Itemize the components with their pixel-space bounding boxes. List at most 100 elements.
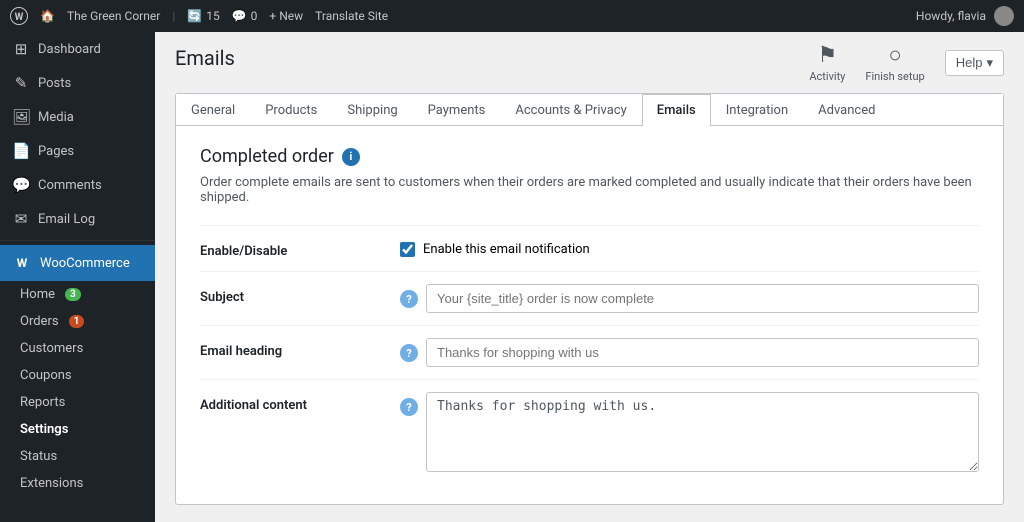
enable-checkbox-text: Enable this email notification	[423, 242, 590, 257]
sidebar-item-home[interactable]: Home 3	[0, 281, 155, 308]
howdy-label: Howdy, flavia	[916, 9, 986, 23]
settings-body: Completed order i Order complete emails …	[176, 126, 1003, 504]
dashboard-label: Dashboard	[38, 42, 101, 57]
status-label: Status	[20, 449, 57, 464]
tab-advanced[interactable]: Advanced	[803, 94, 890, 126]
email-log-label: Email Log	[38, 212, 95, 227]
info-icon[interactable]: i	[342, 148, 360, 166]
activity-button[interactable]: ⚑ Activity	[809, 43, 845, 83]
tab-general[interactable]: General	[176, 94, 250, 126]
admin-bar: W 🏠 The Green Corner | 🔄 15 💬 0 + New Tr…	[0, 0, 1024, 32]
updates-link[interactable]: 🔄 15	[187, 9, 219, 23]
site-name-link[interactable]: The Green Corner	[67, 9, 160, 23]
coupons-label: Coupons	[20, 368, 72, 383]
tab-accounts-privacy[interactable]: Accounts & Privacy	[500, 94, 641, 126]
woocommerce-label: WooCommerce	[40, 256, 130, 271]
tab-shipping[interactable]: Shipping	[332, 94, 412, 126]
comments-link[interactable]: 💬 0	[232, 9, 258, 23]
sidebar-item-extensions[interactable]: Extensions	[0, 470, 155, 497]
finish-setup-button[interactable]: ○ Finish setup	[865, 42, 924, 83]
content-topbar: Emails ⚑ Activity ○ Finish setup Help ▾	[155, 32, 1024, 83]
additional-content-help-icon[interactable]: ?	[400, 398, 418, 416]
email-heading-input[interactable]	[426, 338, 979, 367]
enable-checkbox-label[interactable]: Enable this email notification	[400, 238, 590, 257]
tab-integration[interactable]: Integration	[711, 94, 803, 126]
updates-icon: 🔄	[187, 9, 202, 23]
sidebar-item-comments[interactable]: 💬 Comments	[0, 168, 155, 202]
subject-control: ?	[400, 284, 979, 313]
topbar-actions: ⚑ Activity ○ Finish setup Help ▾	[809, 42, 1004, 83]
customers-label: Customers	[20, 341, 83, 356]
section-title: Completed order i	[200, 146, 979, 167]
sidebar-item-status[interactable]: Status	[0, 443, 155, 470]
subject-input[interactable]	[426, 284, 979, 313]
section-description: Order complete emails are sent to custom…	[200, 175, 979, 205]
additional-content-textarea[interactable]: Thanks for shopping with us.	[426, 392, 979, 472]
posts-icon: ✎	[12, 74, 30, 92]
subject-label: Subject	[200, 284, 400, 305]
translate-label: Translate Site	[315, 9, 388, 23]
enable-label: Enable/Disable	[200, 238, 400, 259]
email-heading-label: Email heading	[200, 338, 400, 359]
sidebar-item-dashboard[interactable]: ⊞ Dashboard	[0, 32, 155, 66]
help-chevron-icon: ▾	[986, 55, 993, 71]
sidebar-item-media[interactable]: 🖼 Media	[0, 100, 155, 134]
main-layout: ⊞ Dashboard ✎ Posts 🖼 Media 📄 Pages 💬 Co…	[0, 32, 1024, 522]
woocommerce-nav-header[interactable]: W WooCommerce	[0, 245, 155, 281]
activity-label: Activity	[809, 70, 845, 83]
form-row-additional-content: Additional content ? Thanks for shopping…	[200, 379, 979, 484]
media-icon: 🖼	[12, 108, 30, 126]
pages-label: Pages	[38, 144, 74, 159]
wp-logo-icon: W	[10, 7, 28, 25]
woocommerce-icon: W	[12, 253, 32, 273]
email-heading-control: ?	[400, 338, 979, 367]
separator-1: |	[172, 9, 175, 23]
admin-bar-left: W 🏠 The Green Corner | 🔄 15 💬 0 + New Tr…	[10, 7, 904, 25]
orders-badge: 1	[69, 315, 85, 328]
wp-logo-link[interactable]: W	[10, 7, 28, 25]
new-label: + New	[269, 9, 303, 23]
posts-label: Posts	[38, 76, 71, 91]
tab-products[interactable]: Products	[250, 94, 332, 126]
settings-label: Settings	[20, 422, 68, 437]
dashboard-icon: ⊞	[12, 40, 30, 58]
settings-tabs: General Products Shipping Payments Accou…	[176, 94, 1003, 126]
help-button[interactable]: Help ▾	[945, 50, 1004, 76]
svg-text:W: W	[15, 12, 24, 23]
sidebar-item-reports[interactable]: Reports	[0, 389, 155, 416]
site-name: The Green Corner	[67, 9, 160, 23]
activity-icon: ⚑	[818, 43, 838, 68]
new-link[interactable]: + New	[269, 9, 303, 23]
home-icon-link[interactable]: 🏠	[40, 9, 55, 23]
orders-label: Orders	[20, 314, 59, 329]
additional-content-label: Additional content	[200, 392, 400, 413]
help-label: Help	[956, 55, 983, 70]
sidebar-item-settings[interactable]: Settings	[0, 416, 155, 443]
subject-help-icon[interactable]: ?	[400, 290, 418, 308]
sidebar-item-coupons[interactable]: Coupons	[0, 362, 155, 389]
reports-label: Reports	[20, 395, 65, 410]
translate-link[interactable]: Translate Site	[315, 9, 388, 23]
sidebar-item-email-log[interactable]: ✉ Email Log	[0, 202, 155, 236]
sidebar-item-pages[interactable]: 📄 Pages	[0, 134, 155, 168]
comments-nav-label: Comments	[38, 178, 102, 193]
sidebar-item-orders[interactable]: Orders 1	[0, 308, 155, 335]
home-sub-label: Home	[20, 287, 55, 302]
settings-panel: General Products Shipping Payments Accou…	[175, 93, 1004, 505]
home-badge: 3	[65, 288, 81, 301]
tab-emails[interactable]: Emails	[642, 94, 711, 126]
form-row-subject: Subject ?	[200, 271, 979, 325]
page-title: Emails	[175, 46, 235, 70]
finish-setup-label: Finish setup	[865, 70, 924, 83]
enable-checkbox[interactable]	[400, 242, 415, 257]
tab-payments[interactable]: Payments	[413, 94, 501, 126]
sidebar-item-customers[interactable]: Customers	[0, 335, 155, 362]
additional-content-control: ? Thanks for shopping with us.	[400, 392, 979, 472]
sidebar-separator	[0, 240, 155, 241]
media-label: Media	[38, 110, 74, 125]
section-heading: Completed order	[200, 146, 334, 167]
email-heading-help-icon[interactable]: ?	[400, 344, 418, 362]
sidebar-item-posts[interactable]: ✎ Posts	[0, 66, 155, 100]
comments-nav-icon: 💬	[12, 176, 30, 194]
howdy-link[interactable]: Howdy, flavia	[916, 9, 986, 23]
